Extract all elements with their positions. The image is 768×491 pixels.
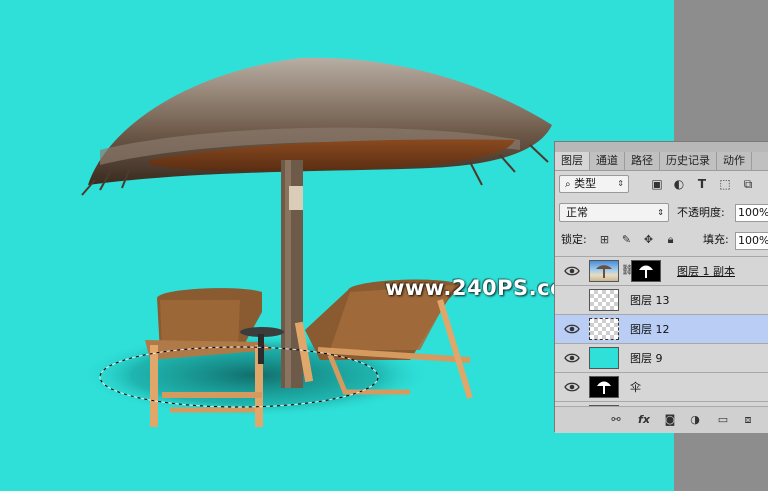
layer-row[interactable]: ⛓ 图层 1 副本 [555,257,768,286]
opacity-label: 不透明度: [677,206,725,219]
layer-name[interactable]: 图层 1 副本 [677,257,735,286]
type-filter-icon[interactable]: T [695,177,709,191]
new-layer-icon[interactable]: ⧈ [741,413,755,427]
layer-thumbnail [589,289,619,311]
layer-name[interactable]: 伞 [630,373,641,402]
layer-thumbnail [589,318,619,340]
image-filter-icon[interactable]: ▣ [650,177,664,191]
layer-filter-row: ⌕ 类型 ⇕ ▣ ◐ T ⬚ ⧉ [555,174,768,196]
lock-move-icon[interactable]: ✥ [642,233,655,246]
adjustment-filter-icon[interactable]: ◐ [672,177,686,191]
fill-label: 填充: [703,233,729,246]
chevron-updown-icon: ⇕ [657,208,664,217]
blend-row: 正常 ⇕ 不透明度: 100% [555,202,768,224]
filter-kind-select[interactable]: ⌕ 类型 ⇕ [559,175,629,193]
adjustment-icon[interactable]: ◑ [688,413,702,427]
layer-row[interactable]: 图层 9 [555,344,768,373]
blend-mode-select[interactable]: 正常 ⇕ [559,203,669,222]
eye-icon[interactable] [564,380,580,394]
layer-name[interactable]: 图层 12 [630,315,670,344]
link-icon[interactable]: ⚯ [609,413,623,427]
lock-label: 锁定: [561,233,587,246]
umbrella-mask-icon [639,265,653,278]
layer-mask-thumbnail[interactable] [631,260,661,282]
chevron-updown-icon: ⇕ [617,179,624,188]
tab-paths[interactable]: 路径 [625,152,660,170]
layer-thumbnail [589,376,619,398]
layer-thumbnail [589,260,619,282]
blend-mode-value: 正常 [566,206,588,219]
layer-list: ⛓ 图层 1 副本 图层 13 图层 12 图层 9 伞 [555,256,768,407]
tab-history[interactable]: 历史记录 [660,152,717,170]
opacity-input[interactable]: 100% [735,204,768,222]
umbrella-thumb-icon [596,265,612,278]
eye-icon[interactable] [564,322,580,336]
tab-channels[interactable]: 通道 [590,152,625,170]
shape-filter-icon[interactable]: ⬚ [718,177,732,191]
umbrella-mask-icon [597,381,611,394]
fx-icon[interactable]: fx [635,413,653,427]
eye-icon[interactable] [564,351,580,365]
add-mask-icon[interactable]: ◙ [663,413,677,427]
layer-row[interactable]: 伞 [555,373,768,402]
lock-row: 锁定: ⊞ ✎ ✥ 🔒︎ 填充: 100% [555,230,768,252]
fill-input[interactable]: 100% [735,232,768,250]
panel-grip[interactable] [555,142,768,152]
folder-icon[interactable]: ▭ [716,413,730,427]
tab-layers[interactable]: 图层 [555,152,590,170]
smart-object-filter-icon[interactable]: ⧉ [741,177,755,191]
layer-name[interactable]: 图层 13 [630,286,670,315]
tab-actions[interactable]: 动作 [717,152,752,170]
layer-row[interactable]: 图层 13 [555,286,768,315]
layer-thumbnail [589,347,619,369]
eye-icon[interactable] [564,264,580,278]
panel-tab-bar: 图层 通道 路径 历史记录 动作 [555,152,768,171]
layers-panel-footer: ⚯ fx ◙ ◑ ▭ ⧈ [555,406,768,433]
layer-name[interactable]: 图层 9 [630,344,663,373]
filter-kind-label: 类型 [574,177,597,190]
layers-panel: 图层 通道 路径 历史记录 动作 ⌕ 类型 ⇕ ▣ ◐ T ⬚ ⧉ 正常 ⇕ 不… [554,141,768,433]
lock-all-icon[interactable]: 🔒︎ [664,233,677,246]
layer-row[interactable]: 图层 12 [555,315,768,344]
search-icon: ⌕ [565,179,571,190]
lock-paint-icon[interactable]: ✎ [620,233,633,246]
lock-transparent-icon[interactable]: ⊞ [598,233,611,246]
